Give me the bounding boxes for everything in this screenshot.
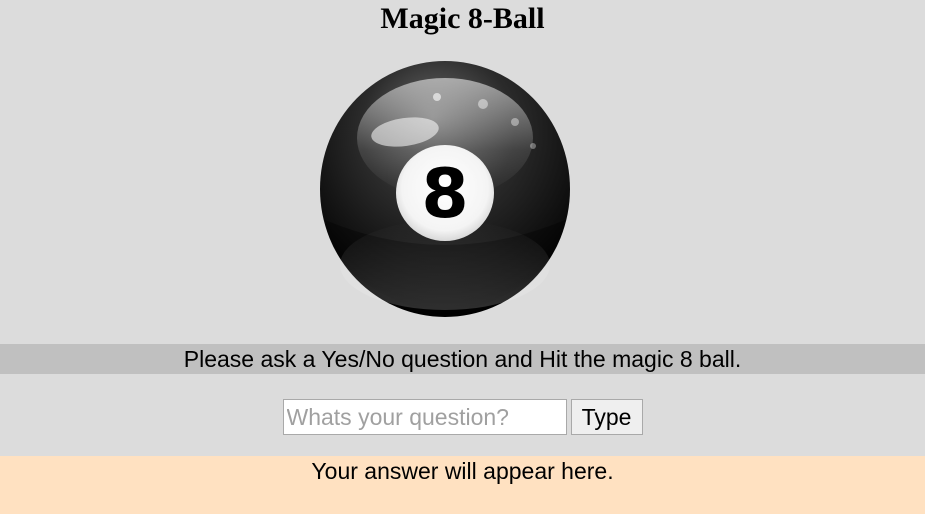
instruction-bar: Please ask a Yes/No question and Hit the… [0, 344, 925, 374]
page-title: Magic 8-Ball [380, 2, 545, 35]
answer-text: Your answer will appear here. [311, 458, 614, 484]
type-button[interactable]: Type [570, 399, 643, 435]
question-input[interactable] [282, 399, 567, 435]
answer-area: Your answer will appear here. [0, 456, 925, 514]
magic-8-ball-page: Magic 8-Ball 8 Please ask a Yes/No quest… [0, 0, 925, 514]
magic-8-ball-icon[interactable]: 8 [319, 60, 571, 318]
instruction-text: Please ask a Yes/No question and Hit the… [183, 346, 742, 372]
question-form: Type [0, 399, 925, 437]
ball-number: 8 [421, 155, 468, 234]
